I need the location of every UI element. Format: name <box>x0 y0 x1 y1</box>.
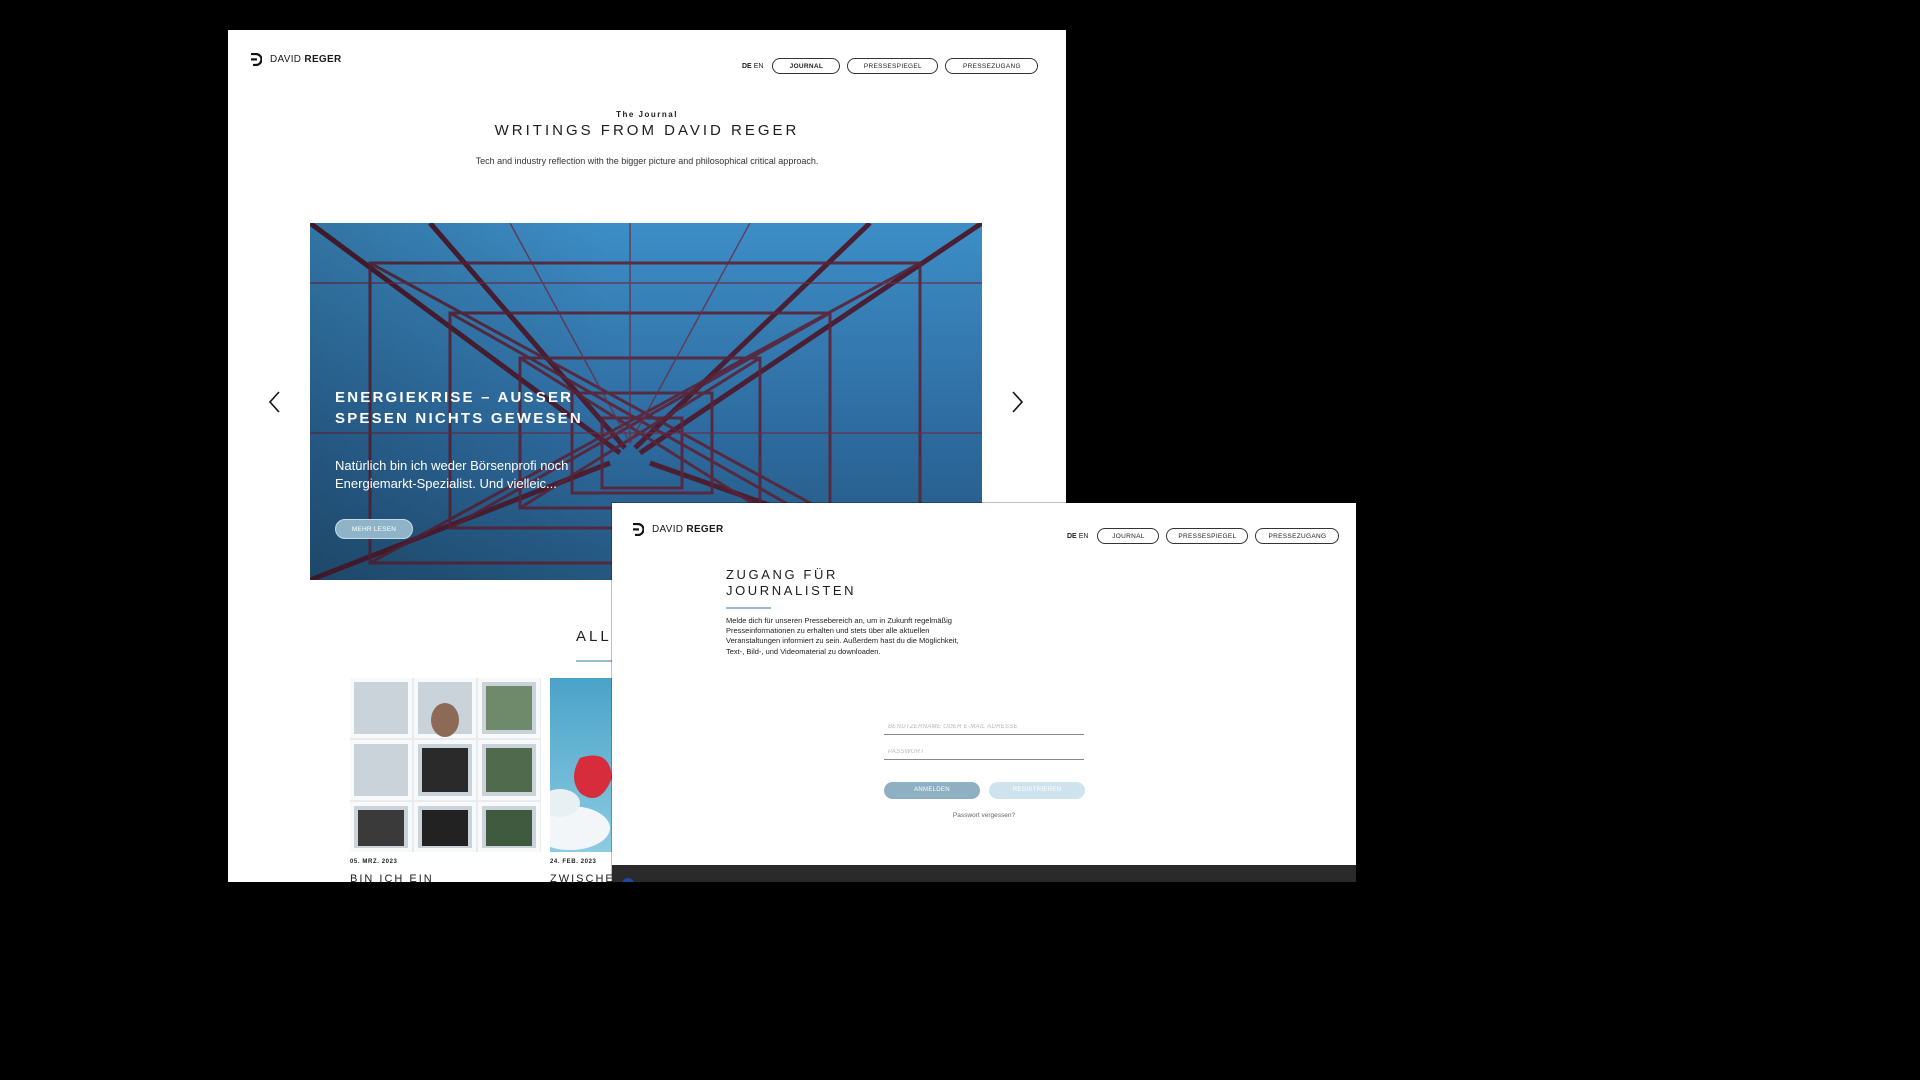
logo-text: DAVID REGER <box>270 54 342 65</box>
page-title: WRITINGS FROM DAVID REGER <box>494 122 800 139</box>
nav-journal-button[interactable]: JOURNAL <box>772 58 841 74</box>
main-nav: DE EN JOURNAL PRESSESPIEGEL PRESSEZUGANG <box>1067 528 1340 544</box>
username-field[interactable] <box>884 719 1084 735</box>
nav-pressezugang-button[interactable]: PRESSEZUGANG <box>1255 528 1340 544</box>
site-logo[interactable]: DAVID REGER <box>250 53 341 66</box>
press-access-description: Melde dich für unseren Pressebereich an,… <box>726 616 959 656</box>
hero-excerpt: Natürlich bin ich weder Börsenprofi noch… <box>335 458 569 491</box>
language-switch: DE EN <box>1067 533 1088 540</box>
journal-eyebrow: The Journal <box>616 110 678 119</box>
nav-pressespiegel-button[interactable]: PRESSESPIEGEL <box>1166 528 1249 544</box>
logo-mark-icon <box>633 523 644 536</box>
title-divider <box>726 607 771 609</box>
article-title[interactable]: BIN ICH EIN <box>350 873 434 882</box>
chat-widget-icon[interactable] <box>622 878 634 882</box>
lang-de-link[interactable]: DE <box>742 63 752 70</box>
site-logo[interactable]: DAVID REGER <box>632 523 723 536</box>
carousel-next-icon[interactable] <box>1010 391 1024 413</box>
press-access-window: DAVID REGER DE EN JOURNAL PRESSESPIEGEL … <box>612 503 1356 882</box>
lang-en-link[interactable]: EN <box>1079 533 1089 540</box>
forgot-password-link[interactable]: Passwort vergessen? <box>884 812 1084 819</box>
nav-pressespiegel-button[interactable]: PRESSESPIEGEL <box>847 58 939 74</box>
logo-text: DAVID REGER <box>652 524 724 535</box>
articles-section-heading: ALL <box>576 628 612 645</box>
section-divider <box>576 660 616 662</box>
login-button[interactable]: ANMELDEN <box>884 782 980 799</box>
press-access-title: ZUGANG FÜR JOURNALISTEN <box>726 567 857 598</box>
article-date: 24. FEB. 2023 <box>550 859 597 865</box>
nav-pressezugang-button[interactable]: PRESSEZUGANG <box>945 58 1039 74</box>
page-subtitle: Tech and industry reflection with the bi… <box>475 156 819 166</box>
hero-title[interactable]: ENERGIEKRISE – AUSSER SPESEN NICHTS GEWE… <box>335 387 615 429</box>
register-button[interactable]: REGISTRIEREN <box>989 782 1085 799</box>
sky-photo <box>550 755 612 850</box>
article-title[interactable]: ZWISCHE <box>550 873 615 882</box>
article-date: 05. MRZ. 2023 <box>350 859 398 865</box>
lang-en-link[interactable]: EN <box>754 63 764 70</box>
article-card-image[interactable] <box>550 678 620 852</box>
lang-de-link[interactable]: DE <box>1067 533 1077 540</box>
glass-block-photo <box>350 678 541 852</box>
main-nav: DE EN JOURNAL PRESSESPIEGEL PRESSEZUGANG <box>742 58 1039 74</box>
logo-mark-icon <box>251 53 262 66</box>
password-field[interactable] <box>884 744 1084 760</box>
article-card-image[interactable] <box>350 678 541 852</box>
carousel-prev-icon[interactable] <box>268 391 282 413</box>
read-more-button[interactable]: MEHR LESEN <box>335 519 413 539</box>
nav-journal-button[interactable]: JOURNAL <box>1097 528 1160 544</box>
footer-bar <box>612 865 1356 882</box>
language-switch: DE EN <box>742 63 763 70</box>
